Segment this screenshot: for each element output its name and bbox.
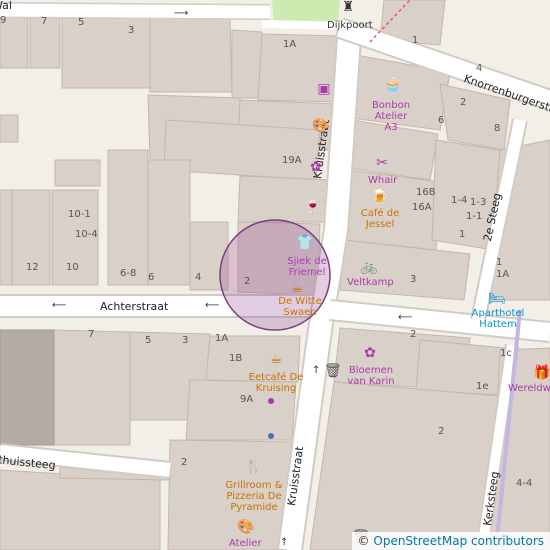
house-number: 1-3 [470,197,487,208]
large-building [0,329,55,446]
attribution-link[interactable]: OpenStreetMap contributors [373,534,544,548]
wine-icon: 🍷 [304,199,322,215]
copyright-symbol: © [357,534,370,548]
waste-basket-icon: 🗑 [324,363,342,379]
map[interactable]: 9 7 5 3 1A 1 2 4 6 8 19A 10-1 10-4 12 10… [0,0,550,550]
poi-bonbon-atelier[interactable]: Bonbon Atelier A3 [368,100,414,133]
house-number: 19A [282,155,302,166]
house-number: 5 [145,335,152,346]
clothes-icon: 👕 [296,235,314,251]
poi-dot-blue [268,433,274,439]
house-number: 4-4 [516,478,533,489]
poi-aparthotel-hattem[interactable]: Aparthotel Hattem [470,308,526,330]
house-number: 7 [41,16,48,27]
fastfood-icon: 🍴 [245,459,263,475]
flower-icon: ✿ [364,345,376,361]
house-number: 1 [496,257,503,268]
poi-grillroom-pizzeria[interactable]: Grillroom & Pizzeria De Pyramide [220,480,288,513]
house-number: 9A [240,394,254,405]
house-number: 12 [26,262,39,273]
flower-icon: ✿ [310,159,322,175]
street-label-wal: Wal [0,0,12,12]
house-number: 16B [416,187,436,198]
house-number: 9 [0,15,7,26]
bicycle-icon: 🚲 [360,259,378,275]
cake-icon: 🧁 [384,77,402,93]
hairdresser-icon: ✂ [376,155,388,171]
tower-icon: ♜ [341,0,355,15]
house-number: 1-1 [466,211,483,222]
house-number: 8 [494,123,501,134]
poi-cafe-de-jessel[interactable]: Café de Jessel [355,208,405,230]
oneway-arrow: ⟵ [52,300,67,311]
oneway-arrow: ⟵ [205,300,220,311]
house-number: 2 [438,426,445,437]
palette-icon: 🎨 [312,118,330,134]
oneway-arrow: ⟶ [174,8,189,19]
house-number: 4 [195,272,202,283]
house-number: 1A [215,333,229,344]
coffee-icon: ☕ [290,280,304,296]
house-number: 1A [496,269,510,280]
house-number: 2 [181,457,188,468]
house-number: 1A [283,39,297,50]
poi-atelier[interactable]: Atelier [229,538,262,549]
house-number: 1 [412,35,419,46]
house-number: 1-4 [451,195,468,206]
house-number: 2 [460,97,467,108]
poi-sjiek-de-friemel[interactable]: Sjiek de Friemel [282,256,332,278]
house-number: 7 [88,329,95,340]
oneway-arrow: ↑ [280,537,289,548]
house-number: 16A [412,202,432,213]
oneway-arrow: ⟵ [398,312,413,323]
poi-wereldw[interactable]: Wereldw [508,383,550,394]
house-number: 1B [229,353,243,364]
house-number: 3 [410,274,417,285]
house-number: 6 [438,115,445,126]
park-area [272,0,340,22]
poi-dot [268,398,274,404]
poi-whair[interactable]: Whair [368,175,397,186]
bed-icon: 🛏 [488,291,506,307]
house-number: 4 [476,63,483,74]
coffee-icon: ☕ [269,351,283,367]
house-number: 1e [476,381,489,392]
house-number: 3 [128,25,135,36]
beer-icon: 🍺 [371,189,389,205]
poi-de-witte-swaen[interactable]: De Witte Swaen [272,296,328,318]
house-number: 1 [459,229,466,240]
gift-icon: 🎁 [533,365,550,381]
house-number: 3 [182,335,189,346]
house-number: 6 [148,272,155,283]
house-number: 10-1 [68,209,91,220]
laundry-icon: ▣ [317,81,331,97]
house-number: 10 [66,262,79,273]
poi-dijkpoort[interactable]: Dijkpoort [327,20,373,31]
attribution: © OpenStreetMap contributors [351,532,550,550]
house-number: 1c [500,348,512,359]
house-number: 10-4 [75,229,98,240]
palette-icon: 🎨 [237,519,255,535]
poi-eetcafe-de-kruising[interactable]: Eetcafé De Kruising [245,372,307,394]
poi-bloemen-van-karin[interactable]: Bloemen van Karin [344,365,398,387]
house-number: 6-8 [120,268,137,279]
house-number: 5 [78,17,85,28]
street-label-achterstraat: Achterstraat [100,300,169,313]
house-number: 2 [410,329,417,340]
house-number: 2 [244,276,251,287]
poi-veltkamp[interactable]: Veltkamp [347,277,394,288]
oneway-arrow: ↑ [312,365,321,376]
